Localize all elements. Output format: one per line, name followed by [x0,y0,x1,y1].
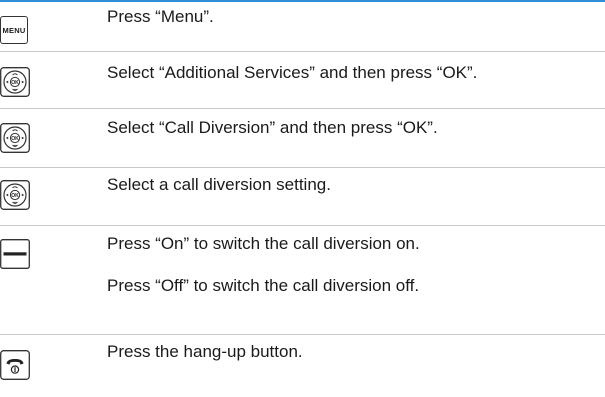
step-text: Select a call diversion setting. [107,175,605,195]
step-row: Press the hang-up button. [0,335,605,395]
step-row: OK Select “Call Diversion” and then pres… [0,109,605,168]
step-text: Press “On” to switch the call diversion … [107,234,605,296]
svg-text:OK: OK [11,80,19,86]
step-instruction: Press the hang-up button. [107,342,303,361]
step-instruction: Press “Menu”. [107,7,214,26]
menu-key-label: MENU [2,25,26,35]
step-text: Press “Menu”. [107,7,605,27]
step-instruction: Select “Additional Services” and then pr… [107,63,478,82]
instruction-steps: MENU Press “Menu”. OK Select “Additional… [0,0,605,395]
step-instruction: Press “Off” to switch the call diversion… [107,276,420,295]
step-row: OK Select “Additional Services” and then… [0,52,605,109]
softkey-icon [0,239,30,269]
step-row: OK Select a call diversion setting. [0,168,605,226]
navigation-ok-key-icon: OK [0,123,30,153]
step-instruction: Select a call diversion setting. [107,175,331,194]
svg-text:OK: OK [11,193,19,199]
step-instruction: Press “On” to switch the call diversion … [107,234,420,253]
menu-key-icon: MENU [0,16,30,46]
step-instruction: Select “Call Diversion” and then press “… [107,118,438,137]
svg-text:OK: OK [11,136,19,142]
navigation-ok-key-icon: OK [0,67,30,97]
navigation-ok-key-icon: OK [0,180,30,210]
step-text: Press the hang-up button. [107,342,605,362]
step-row: Press “On” to switch the call diversion … [0,226,605,335]
step-row: MENU Press “Menu”. [0,2,605,52]
hang-up-key-icon [0,350,30,380]
step-text: Select “Call Diversion” and then press “… [107,118,605,138]
step-text: Select “Additional Services” and then pr… [107,63,605,83]
